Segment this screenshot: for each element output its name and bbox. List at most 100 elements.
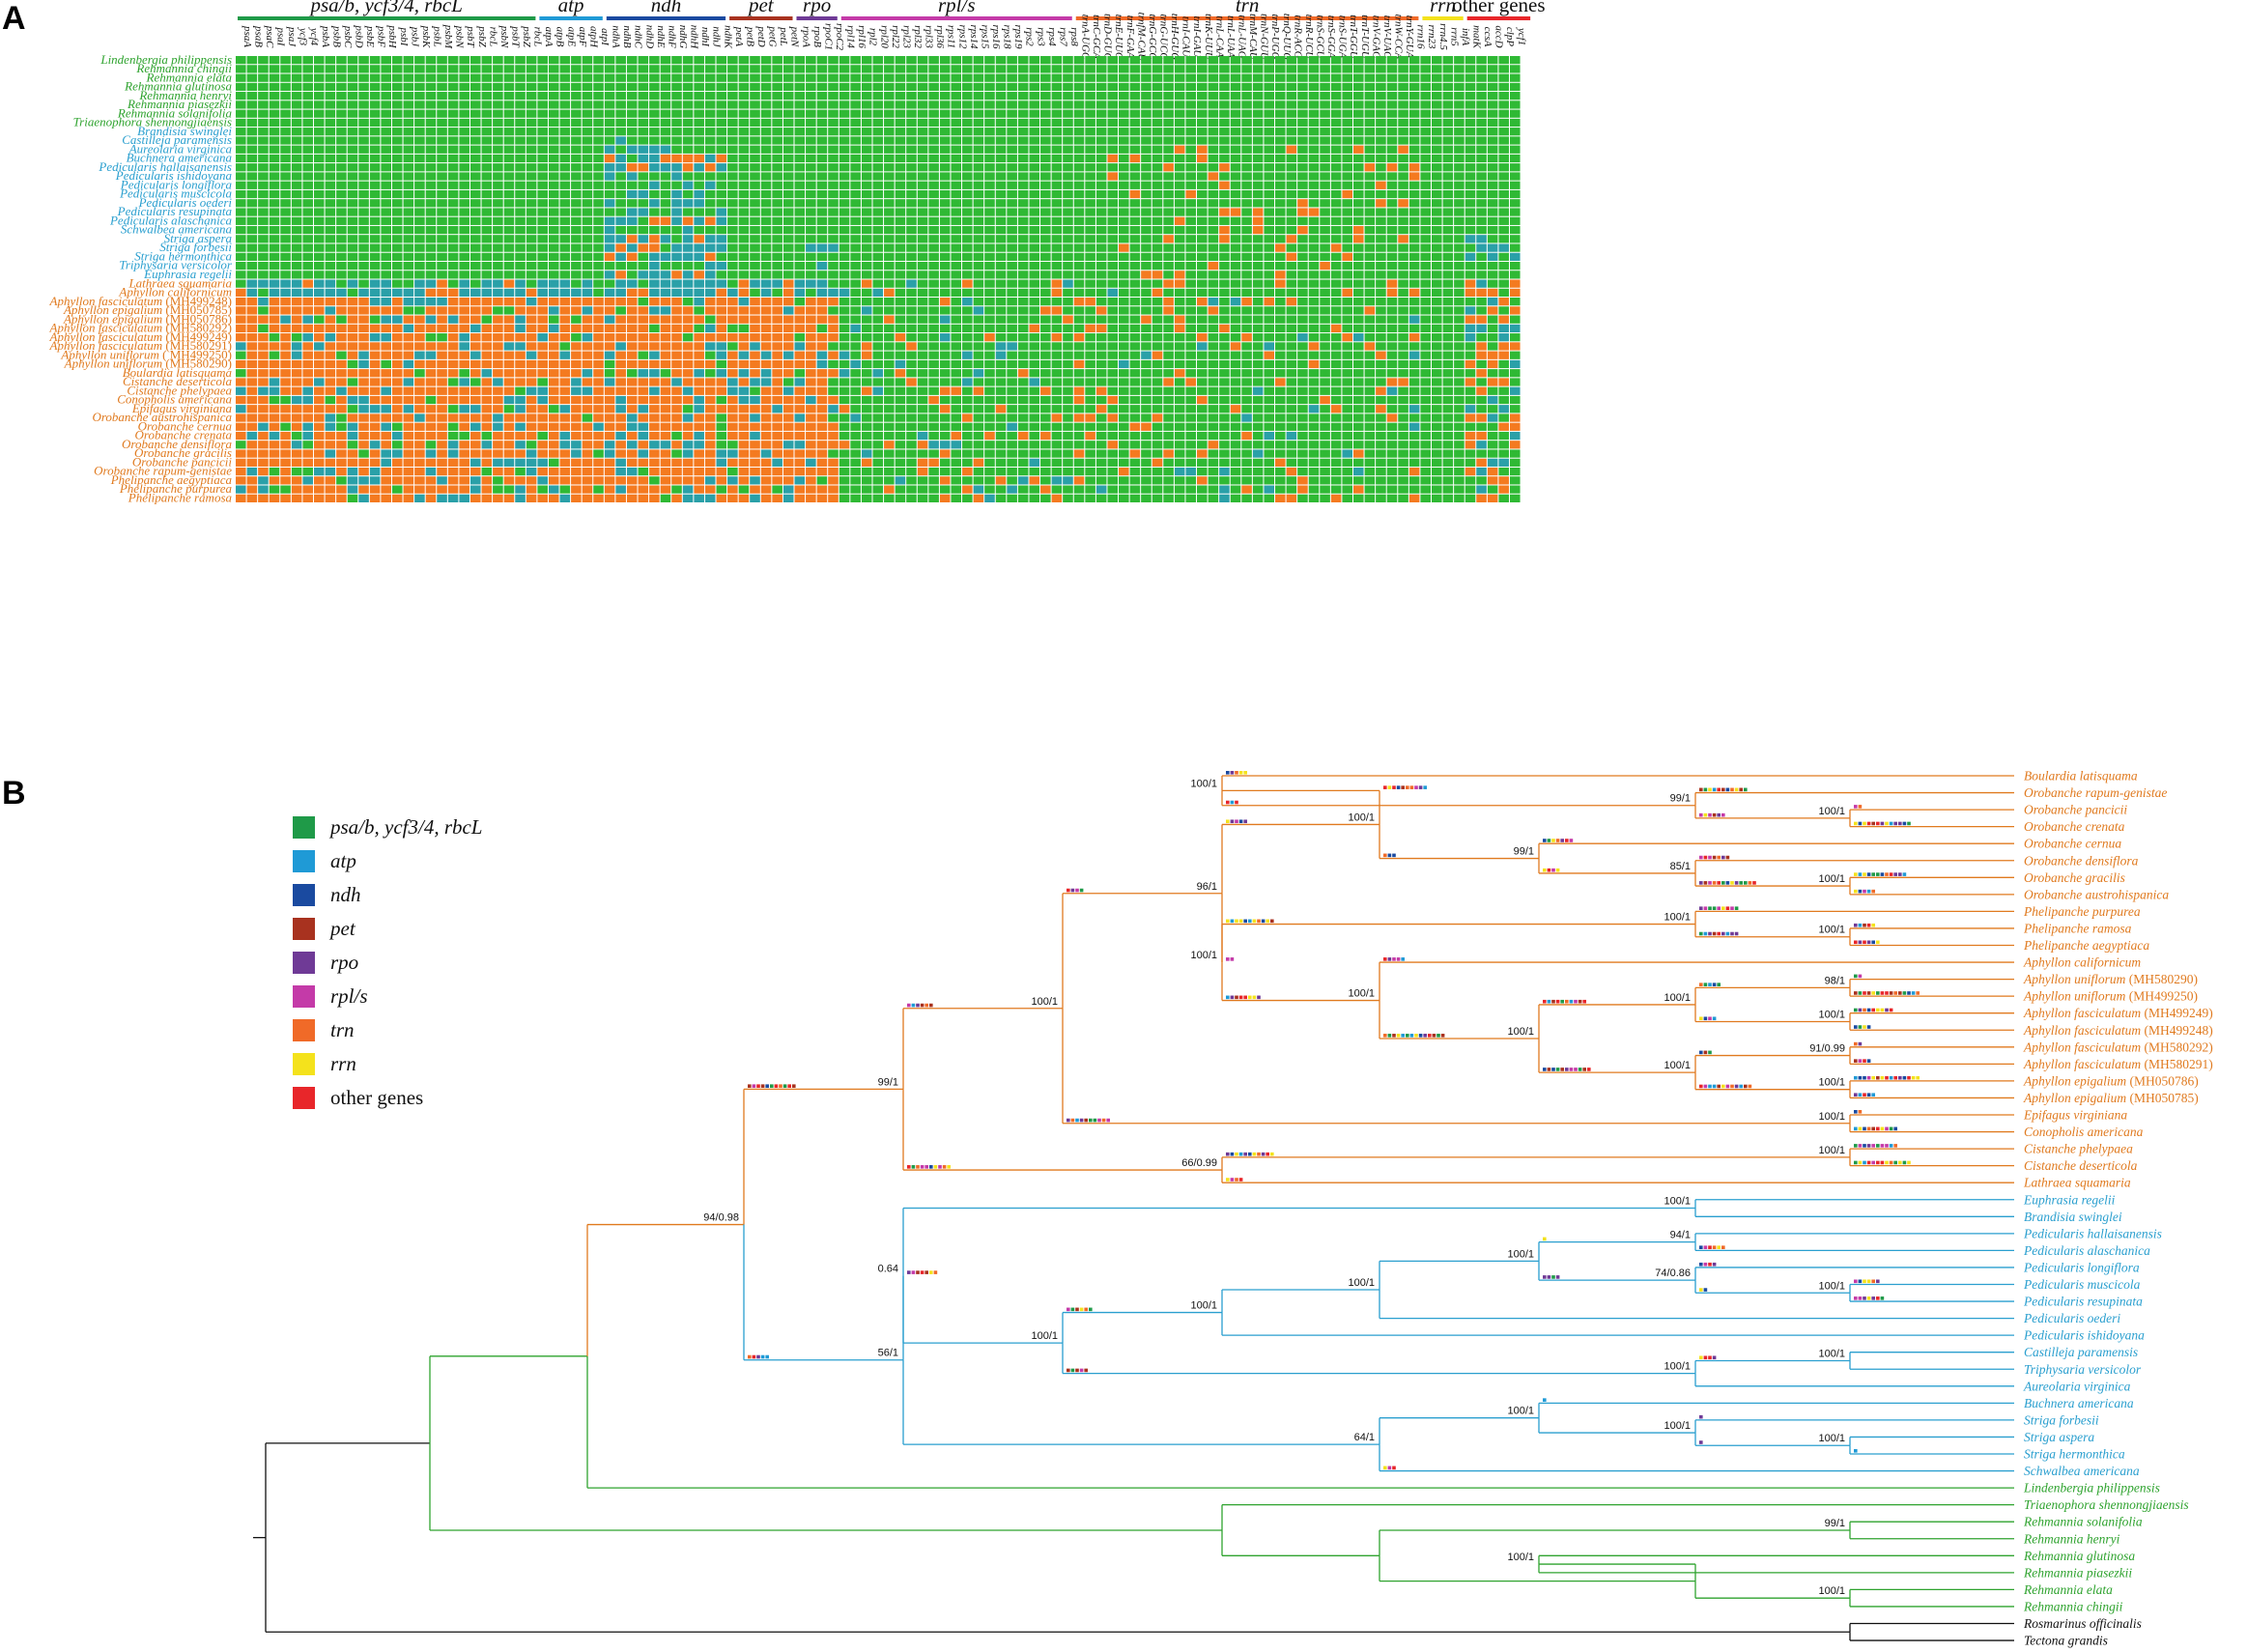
heatmap-cell [1476,145,1487,154]
heatmap-cell [391,181,403,189]
heatmap-cell [236,65,246,73]
gene-label: trnK-UUU [1203,14,1214,61]
heatmap-cell [1264,82,1275,92]
heatmap-cell [828,189,839,199]
heatmap-cell [1398,395,1408,405]
heatmap-cell [302,92,313,100]
heatmap-cell [1353,154,1364,163]
heatmap-cell [358,172,369,181]
heatmap-cell [939,369,951,378]
heatmap-cell [995,342,1007,351]
heatmap-cell [806,359,816,369]
heatmap-cell [682,128,694,136]
heatmap-cell [794,279,806,288]
heatmap-cell [1252,378,1264,386]
heatmap-cell [1185,261,1197,271]
heatmap-cell [336,288,347,298]
heatmap-cell [1487,163,1498,172]
heatmap-cell [481,378,493,386]
heatmap-cell [1286,73,1297,82]
heatmap-cell [1286,395,1297,405]
heatmap-cell [951,351,962,359]
heatmap-cell [1085,199,1095,208]
heatmap-cell [526,405,537,413]
heatmap-cell [816,351,828,359]
heatmap-cell [1353,378,1364,386]
heatmap-cell [828,118,839,128]
heatmap-cell [537,216,548,225]
heatmap-cell [973,163,984,172]
heatmap-cell [917,359,928,369]
heatmap-cell [469,386,481,395]
heatmap-cell [995,199,1007,208]
heatmap-cell [1308,235,1320,243]
heatmap-cell [258,154,269,163]
gene-presence-heatmap [236,56,1521,502]
heatmap-cell [269,208,280,216]
heatmap-cell [1063,181,1073,189]
heatmap-cell [839,163,850,172]
heatmap-cell [302,333,313,342]
heatmap-cell [850,261,861,271]
heatmap-cell [447,413,459,422]
heatmap-cell [782,386,794,395]
heatmap-cell [1017,386,1029,395]
heatmap-cell [939,145,951,154]
heatmap-cell [1498,199,1509,208]
heatmap-cell [1353,118,1364,128]
heatmap-cell [1107,56,1119,65]
heatmap-cell [493,243,503,252]
heatmap-cell [425,405,437,413]
heatmap-cell [548,65,559,73]
heatmap-cell [1408,351,1420,359]
heatmap-cell [1073,279,1085,288]
heatmap-cell [1174,163,1185,172]
heatmap-cell [369,306,381,315]
heatmap-cell [816,243,828,252]
heatmap-cell [280,342,291,351]
heatmap-cell [782,306,794,315]
heatmap-cell [548,395,559,405]
heatmap-cell [738,145,750,154]
heatmap-cell [1498,288,1509,298]
heatmap-cell [1029,288,1040,298]
heatmap-cell [660,109,671,118]
heatmap-cell [1073,92,1085,100]
gene-label: trnM-CAU [1247,14,1259,61]
heatmap-cell [369,82,381,92]
heatmap-cell [391,252,403,261]
gene-label: trnL-UAG [1237,14,1248,58]
heatmap-cell [1320,154,1330,163]
heatmap-cell [1241,163,1252,172]
heatmap-cell [750,189,760,199]
heatmap-cell [839,386,850,395]
heatmap-cell [1174,109,1185,118]
group-label: rpl/s [938,0,976,16]
heatmap-cell [1286,351,1297,359]
heatmap-cell [984,298,995,306]
heatmap-cell [671,73,682,82]
heatmap-cell [1509,189,1521,199]
heatmap-cell [1230,181,1241,189]
heatmap-cell [1017,235,1029,243]
heatmap-cell [839,405,850,413]
heatmap-cell [1017,261,1029,271]
heatmap-cell [347,208,358,216]
heatmap-cell [1487,252,1498,261]
heatmap-cell [481,395,493,405]
heatmap-cell [493,351,503,359]
heatmap-cell [593,333,604,342]
heatmap-cell [447,315,459,324]
heatmap-cell [313,378,325,386]
heatmap-cell [816,378,828,386]
heatmap-cell [1029,261,1040,271]
heatmap-cell [738,109,750,118]
heatmap-cell [1408,216,1420,225]
heatmap-cell [1219,324,1230,333]
heatmap-cell [1376,386,1386,395]
heatmap-cell [694,378,704,386]
heatmap-cell [291,261,302,271]
heatmap-cell [1119,279,1129,288]
heatmap-cell [660,56,671,65]
heatmap-cell [872,252,884,261]
